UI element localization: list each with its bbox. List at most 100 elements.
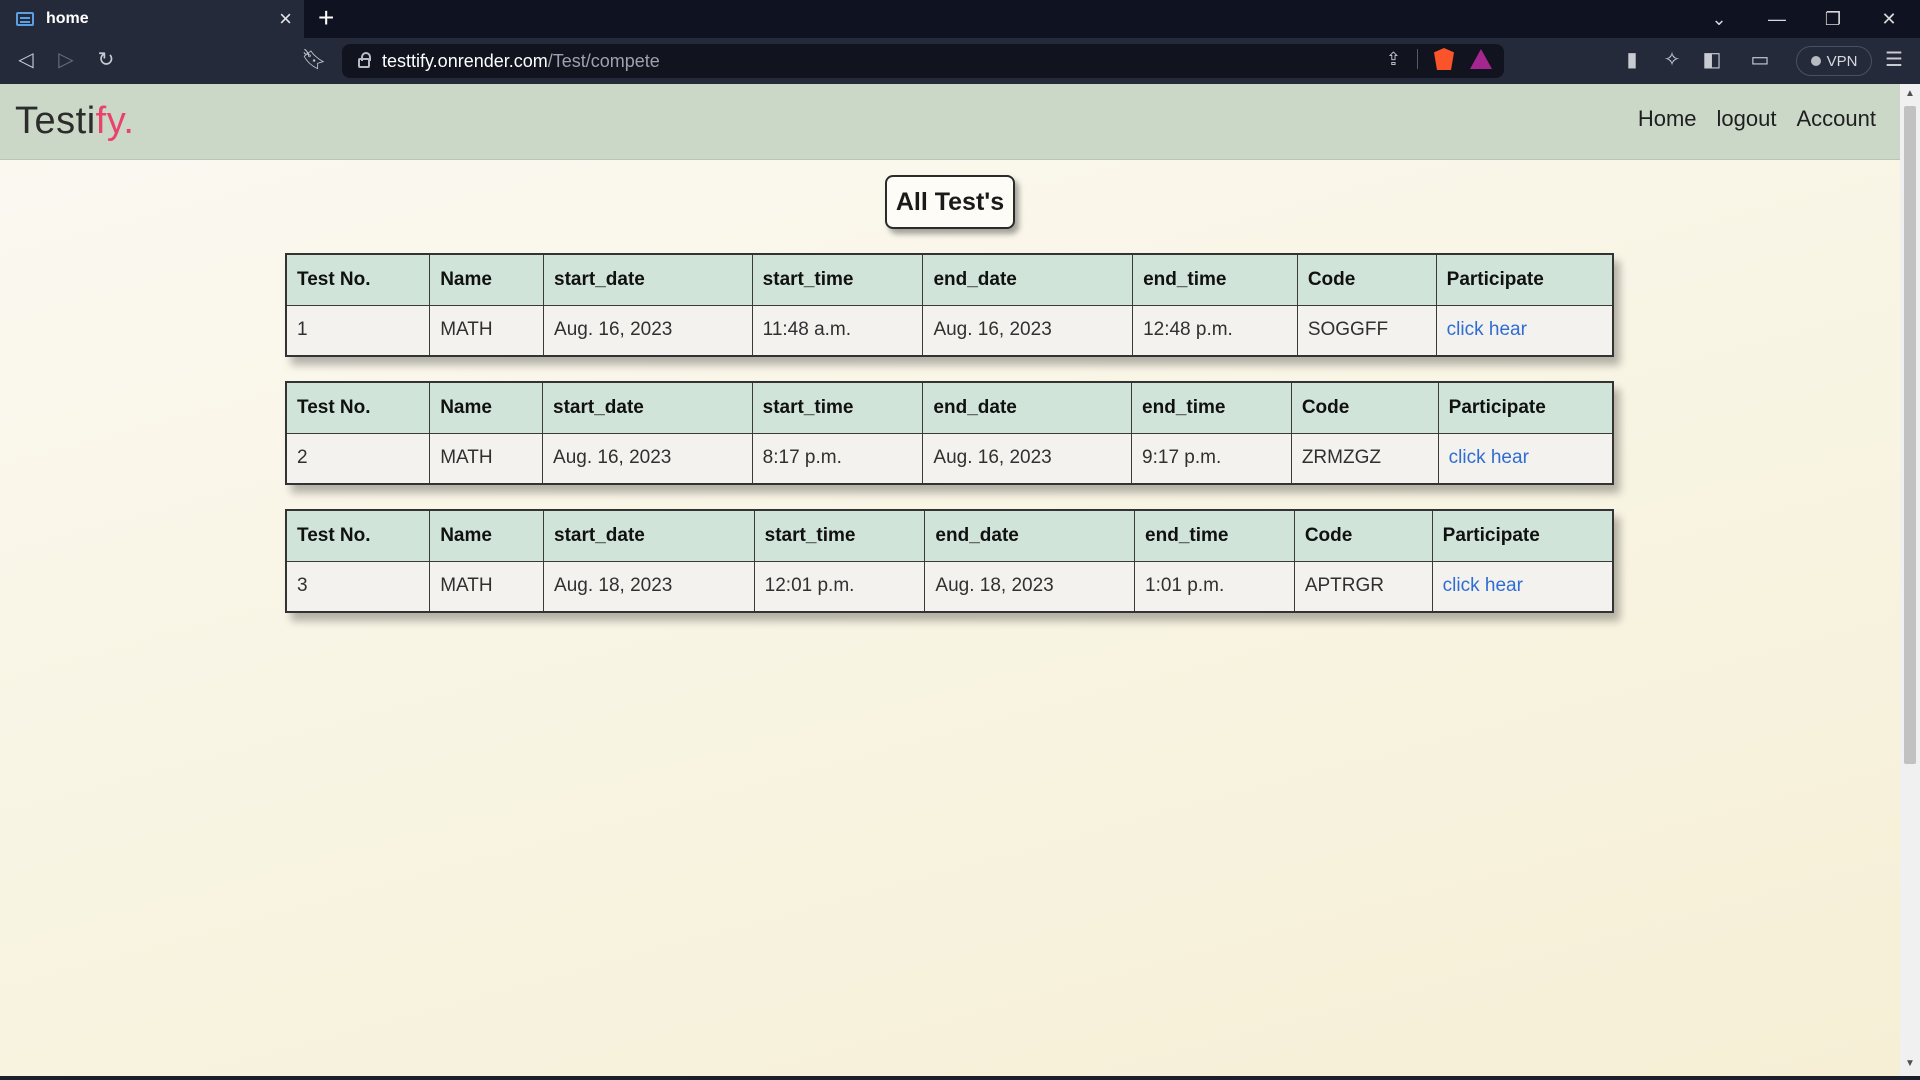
header-participate: Participate xyxy=(1431,509,1614,562)
header-start-time: start_time xyxy=(751,253,924,306)
header-start-time: start_time xyxy=(751,381,924,434)
browser-tab[interactable]: home × xyxy=(0,0,304,38)
divider xyxy=(1417,49,1418,69)
close-window-icon[interactable]: ✕ xyxy=(1862,0,1916,38)
header-code: Code xyxy=(1296,253,1437,306)
cell-end-date: Aug. 16, 2023 xyxy=(922,304,1134,357)
cell-name: MATH xyxy=(429,304,545,357)
header-test-no: Test No. xyxy=(285,509,431,562)
header-start-date: start_date xyxy=(542,381,753,434)
cell-code: ZRMZGZ xyxy=(1290,432,1439,485)
cell-code: SOGGFF xyxy=(1296,304,1437,357)
cell-name: MATH xyxy=(429,432,544,485)
cell-start-time: 12:01 p.m. xyxy=(753,560,926,613)
nav-link-home[interactable]: Home xyxy=(1638,106,1697,132)
brand-accent-text: fy. xyxy=(95,100,135,142)
url-path: /Test/compete xyxy=(547,50,660,71)
bookmark-icon[interactable]: 🔖︎ xyxy=(300,48,328,72)
header-name: Name xyxy=(429,381,544,434)
cell-participate: click hear xyxy=(1431,560,1614,613)
header-end-time: end_time xyxy=(1134,509,1295,562)
participate-link[interactable]: click hear xyxy=(1449,447,1529,468)
restore-icon[interactable]: ❐ xyxy=(1806,0,1860,38)
table-header-row: Test No. Name start_date start_time end_… xyxy=(285,509,1614,562)
back-icon[interactable]: ◁ xyxy=(12,48,40,72)
table-row: 3 MATH Aug. 18, 2023 12:01 p.m. Aug. 18,… xyxy=(285,560,1614,613)
table-header-row: Test No. Name start_date start_time end_… xyxy=(285,253,1614,306)
brave-shields-icon[interactable] xyxy=(1434,48,1454,70)
header-start-time: start_time xyxy=(753,509,926,562)
test-table: Test No. Name start_date start_time end_… xyxy=(285,253,1614,357)
brand-text: Testi xyxy=(15,100,96,142)
vpn-label: VPN xyxy=(1826,52,1858,70)
header-start-date: start_date xyxy=(543,253,753,306)
cell-start-date: Aug. 16, 2023 xyxy=(542,432,753,485)
address-bar[interactable]: testtify.onrender.com /Test/compete ⇪ xyxy=(342,44,1504,78)
tab-list-chevron-icon[interactable]: ⌄ xyxy=(1692,0,1746,38)
scroll-up-icon[interactable]: ▲ xyxy=(1904,88,1916,99)
wallet-icon[interactable]: ▭ xyxy=(1746,48,1774,72)
sidebar-icon[interactable]: ◧ xyxy=(1698,48,1726,72)
brand-logo[interactable]: Testify. xyxy=(15,100,134,143)
cell-name: MATH xyxy=(429,560,545,613)
page-favicon-icon xyxy=(16,12,34,26)
cell-test-no: 2 xyxy=(285,432,431,485)
menu-icon[interactable]: ☰ xyxy=(1880,48,1908,72)
nav-link-account[interactable]: Account xyxy=(1797,106,1877,132)
wallet-pages-icon[interactable]: ▮ xyxy=(1618,48,1646,72)
cell-test-no: 1 xyxy=(285,304,431,357)
tab-title: home xyxy=(46,10,89,27)
header-start-date: start_date xyxy=(543,509,755,562)
scrollbar-thumb[interactable] xyxy=(1904,106,1916,764)
vpn-button[interactable]: VPN xyxy=(1796,46,1872,76)
header-name: Name xyxy=(429,253,545,306)
brave-rewards-icon[interactable] xyxy=(1470,49,1492,69)
header-name: Name xyxy=(429,509,545,562)
minimize-icon[interactable]: — xyxy=(1750,0,1804,38)
cell-test-no: 3 xyxy=(285,560,431,613)
browser-toolbar: ◁ ▷ ↻ 🔖︎ testtify.onrender.com /Test/com… xyxy=(0,38,1920,84)
cell-end-time: 9:17 p.m. xyxy=(1131,432,1292,485)
table-row: 1 MATH Aug. 16, 2023 11:48 a.m. Aug. 16,… xyxy=(285,304,1614,357)
new-tab-button[interactable]: + xyxy=(318,2,334,34)
cell-end-time: 1:01 p.m. xyxy=(1134,560,1295,613)
header-end-date: end_date xyxy=(922,381,1133,434)
table-header-row: Test No. Name start_date start_time end_… xyxy=(285,381,1614,434)
cell-start-date: Aug. 18, 2023 xyxy=(543,560,755,613)
header-end-time: end_time xyxy=(1131,381,1292,434)
participate-link[interactable]: click hear xyxy=(1447,319,1527,340)
header-end-time: end_time xyxy=(1132,253,1298,306)
header-participate: Participate xyxy=(1435,253,1614,306)
page-viewport: Testify. Home logout Account All Test's … xyxy=(0,84,1900,1076)
test-table: Test No. Name start_date start_time end_… xyxy=(285,381,1614,485)
scroll-down-icon[interactable]: ▼ xyxy=(1904,1058,1916,1069)
reload-icon[interactable]: ↻ xyxy=(92,48,120,72)
cell-participate: click hear xyxy=(1435,304,1614,357)
page-scrollbar[interactable]: ▲ ▼ xyxy=(1900,84,1920,1076)
participate-link[interactable]: click hear xyxy=(1443,575,1523,596)
extensions-icon[interactable]: ✧ xyxy=(1658,48,1686,72)
header-participate: Participate xyxy=(1437,381,1614,434)
cell-end-time: 12:48 p.m. xyxy=(1132,304,1298,357)
share-icon[interactable]: ⇪ xyxy=(1386,49,1401,70)
cell-start-date: Aug. 16, 2023 xyxy=(543,304,753,357)
vpn-status-icon xyxy=(1810,56,1821,66)
tab-close-icon[interactable]: × xyxy=(279,6,292,32)
header-end-date: end_date xyxy=(924,509,1136,562)
test-table: Test No. Name start_date start_time end_… xyxy=(285,509,1614,613)
cell-participate: click hear xyxy=(1437,432,1614,485)
header-test-no: Test No. xyxy=(285,253,431,306)
url-host: testtify.onrender.com xyxy=(382,50,548,71)
header-code: Code xyxy=(1290,381,1439,434)
cell-end-date: Aug. 16, 2023 xyxy=(922,432,1133,485)
header-end-date: end_date xyxy=(922,253,1134,306)
lock-icon xyxy=(358,52,371,68)
table-row: 2 MATH Aug. 16, 2023 8:17 p.m. Aug. 16, … xyxy=(285,432,1614,485)
nav-link-logout[interactable]: logout xyxy=(1717,106,1777,132)
nav-links: Home logout Account xyxy=(1638,106,1876,132)
page-title: All Test's xyxy=(885,175,1015,229)
forward-icon[interactable]: ▷ xyxy=(52,48,80,72)
browser-tab-bar: home × + ⌄ — ❐ ✕ xyxy=(0,0,1920,38)
cell-code: APTRGR xyxy=(1293,560,1433,613)
header-code: Code xyxy=(1293,509,1433,562)
